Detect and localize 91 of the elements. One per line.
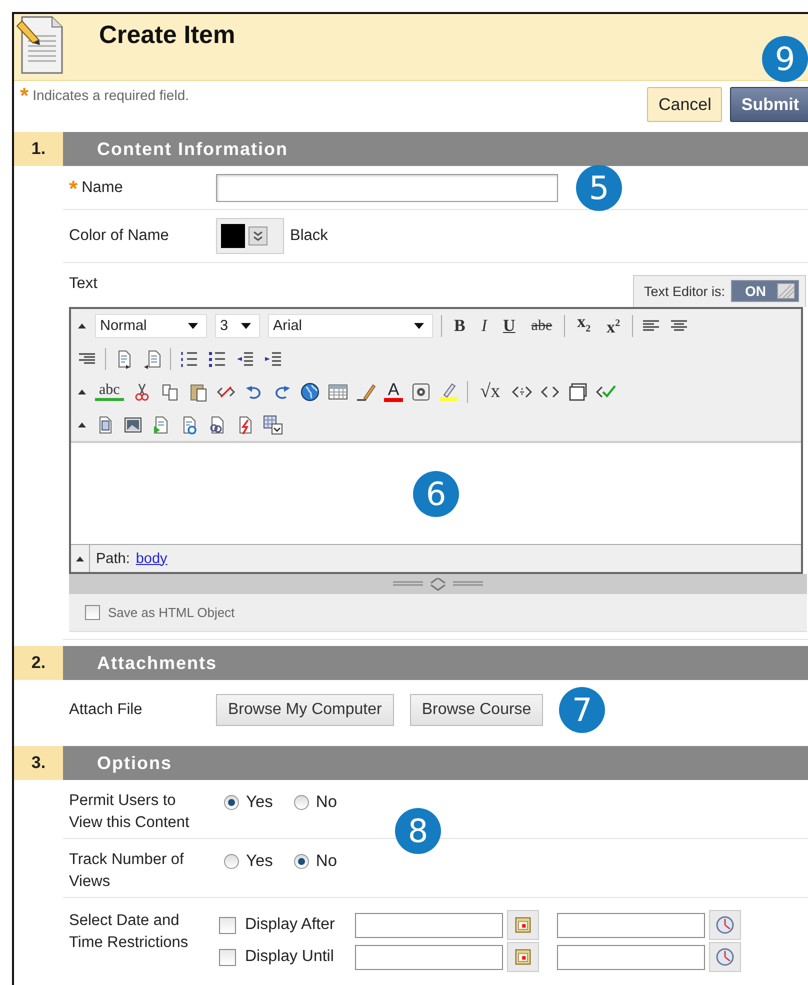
radio-label: No	[316, 852, 338, 871]
time-input-field[interactable]	[557, 912, 705, 938]
clock-button[interactable]	[709, 942, 741, 972]
checkbox[interactable]	[85, 605, 100, 620]
radio-label: Yes	[246, 852, 273, 871]
page-title: Create Item	[99, 21, 236, 50]
caret-icon	[241, 322, 251, 328]
toolbar-button[interactable]: U	[499, 316, 520, 336]
browse-button[interactable]: Browse Course	[410, 694, 544, 726]
section-title: Attachments	[63, 646, 808, 680]
clock-icon	[715, 947, 735, 967]
color-picker-button[interactable]	[216, 218, 284, 254]
color-name: Black	[290, 227, 328, 245]
window-icon[interactable]	[568, 382, 588, 402]
collapse-icon[interactable]	[77, 420, 87, 428]
toolbar-button[interactable]: abe	[527, 316, 556, 336]
section-number: 1.	[14, 132, 63, 166]
document-arrow-icon[interactable]	[142, 348, 162, 368]
toolbar-button[interactable]: x$_{2}$	[573, 312, 595, 340]
resize-handle[interactable]	[69, 574, 807, 594]
radio-label: No	[316, 793, 338, 812]
checkbox-label: Save as HTML Object	[108, 605, 235, 620]
browse-button[interactable]: Browse My Computer	[216, 694, 394, 726]
dropdown[interactable]: 3	[215, 314, 260, 338]
cancel-button[interactable]: Cancel	[647, 87, 722, 122]
hatched-square-icon	[777, 283, 795, 299]
clock-icon	[715, 915, 735, 935]
field-label: Name	[82, 178, 123, 196]
toolbar-button[interactable]: abc	[95, 382, 124, 400]
calendar-button[interactable]	[507, 910, 539, 940]
collapse-icon[interactable]	[77, 388, 87, 396]
toolbar-button[interactable]: x$^{2}$	[602, 314, 624, 338]
submit-button[interactable]: Submit	[730, 87, 808, 122]
callout-marker: 6	[413, 470, 459, 516]
required-note: Indicates a required field.	[32, 87, 189, 103]
collapse-icon[interactable]	[77, 322, 87, 330]
toolbar-button[interactable]: A	[384, 381, 404, 402]
required-asterisk: *	[20, 88, 29, 102]
path-label: Path:	[96, 550, 130, 566]
path-link[interactable]: body	[136, 550, 168, 566]
radio-button[interactable]	[294, 795, 309, 810]
caret-icon	[414, 322, 424, 328]
toolbar-button[interactable]: √x	[476, 382, 504, 402]
table-icon[interactable]	[328, 382, 348, 402]
time-input-field[interactable]	[557, 944, 705, 970]
callout-marker: 7	[559, 687, 606, 733]
copy-icon[interactable]	[160, 382, 180, 402]
grid-check-icon[interactable]	[263, 414, 283, 434]
paste-icon[interactable]	[188, 382, 208, 402]
radio-button[interactable]	[224, 854, 239, 869]
field-label: Attach File	[69, 701, 144, 719]
section-title: Options	[63, 746, 808, 780]
collapse-icon[interactable]	[75, 554, 85, 562]
date-input-field[interactable]	[355, 912, 503, 938]
calendar-icon	[514, 916, 532, 934]
field-label: Permit Users to View this Content	[69, 791, 190, 833]
pencil-icon[interactable]	[356, 382, 376, 402]
field-label: Track Number of Views	[69, 850, 185, 892]
caret-icon	[188, 322, 198, 328]
radio-button[interactable]	[294, 854, 309, 869]
radio-label: Yes	[246, 793, 273, 812]
toolbar-button[interactable]: B	[450, 316, 470, 336]
checkbox[interactable]	[219, 948, 236, 966]
checkbox-label: Display Until	[245, 948, 335, 966]
section-number: 2.	[14, 646, 63, 680]
editor-switch[interactable]: ON	[731, 280, 799, 302]
toggle-label: Text Editor is:	[644, 284, 725, 298]
callout-marker: 8	[395, 808, 441, 854]
callout-marker: 5	[576, 164, 622, 210]
highlighter-icon[interactable]	[439, 382, 460, 402]
field-label: Color of Name	[69, 227, 170, 245]
field-label: Select Date and Time Restrictions	[69, 911, 190, 953]
media-icon[interactable]	[411, 382, 432, 402]
dropdown[interactable]: Arial	[268, 314, 433, 338]
calendar-icon	[514, 948, 532, 966]
checkbox[interactable]	[219, 916, 236, 934]
image-icon[interactable]	[123, 414, 143, 434]
field-label: Text	[69, 275, 98, 293]
date-input-field[interactable]	[355, 944, 503, 970]
dropdown[interactable]: Normal	[95, 314, 207, 338]
radio-button[interactable]	[224, 795, 239, 810]
calendar-button[interactable]	[507, 942, 539, 972]
toolbar-button[interactable]: I	[477, 316, 492, 336]
checkbox-label: Display After	[245, 916, 336, 934]
section-title: Content Information	[63, 132, 808, 166]
globe-icon[interactable]	[300, 382, 320, 402]
clock-button[interactable]	[709, 910, 741, 940]
required-asterisk: *	[69, 180, 78, 194]
section-number: 3.	[14, 746, 63, 780]
chevron-down-icon	[248, 226, 268, 246]
name-input-field[interactable]	[216, 174, 558, 202]
